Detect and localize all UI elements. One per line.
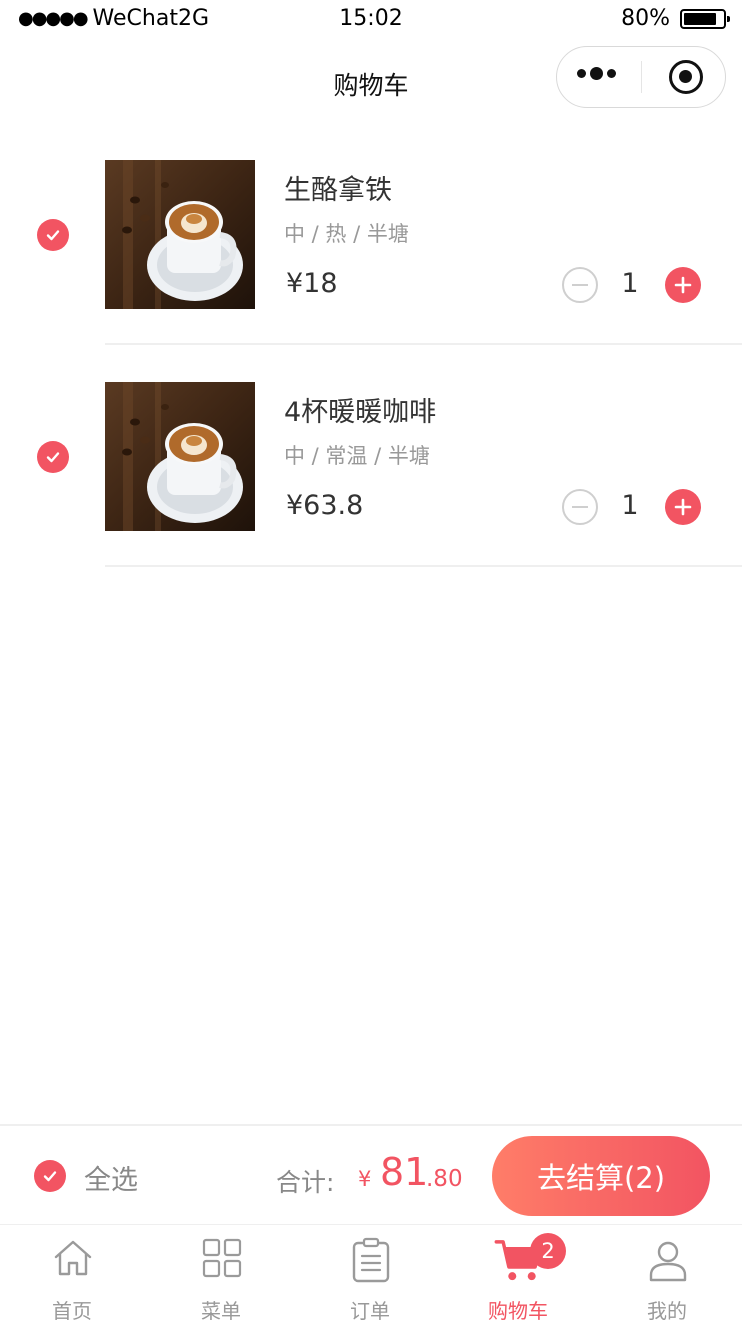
product-price: ¥63.8 xyxy=(286,490,364,521)
product-image[interactable] xyxy=(105,160,255,309)
product-name[interactable]: 4杯暖暖咖啡 xyxy=(284,390,436,429)
cart-item: 生酪拿铁 中 / 热 / 半塘 ¥18 1 xyxy=(0,122,742,345)
grid-icon xyxy=(202,1238,242,1278)
cart-list: 生酪拿铁 中 / 热 / 半塘 ¥18 1 4杯暖暖咖啡 中 / 常温 / 半塘… xyxy=(0,122,742,567)
tab-menu[interactable]: 菜单 xyxy=(161,1225,281,1323)
status-right: 80% xyxy=(621,6,730,31)
select-all-label[interactable]: 全选 xyxy=(84,1158,138,1197)
total-amount-decimal: .80 xyxy=(426,1166,463,1192)
quantity-value: 1 xyxy=(621,268,639,299)
checkout-bar: 全选 合计: ¥ 81 .80 去结算(2) xyxy=(0,1124,742,1226)
select-all-checkbox[interactable] xyxy=(34,1160,66,1192)
tab-label: 首页 xyxy=(52,1299,92,1323)
quantity-value: 1 xyxy=(621,490,639,521)
tab-label: 我的 xyxy=(647,1299,687,1323)
decrease-quantity-button[interactable] xyxy=(562,489,598,525)
checkout-button[interactable]: 去结算(2) xyxy=(492,1136,710,1216)
tab-label: 订单 xyxy=(350,1299,390,1323)
product-spec: 中 / 热 / 半塘 xyxy=(284,222,409,246)
check-icon xyxy=(46,230,60,241)
user-icon xyxy=(649,1241,687,1282)
home-icon xyxy=(54,1240,92,1276)
decrease-quantity-button[interactable] xyxy=(562,267,598,303)
increase-quantity-button[interactable] xyxy=(665,489,701,525)
item-divider xyxy=(105,565,742,567)
total-amount-integer: 81 xyxy=(380,1150,429,1194)
status-bar: ●●●●● WeChat2G 15:02 80% xyxy=(0,0,742,42)
battery-icon xyxy=(680,8,730,29)
tab-cart[interactable]: 2 购物车 xyxy=(458,1225,578,1323)
product-spec: 中 / 常温 / 半塘 xyxy=(284,444,430,468)
plus-icon xyxy=(674,276,692,294)
more-icon[interactable] xyxy=(577,67,616,80)
item-select-checkbox[interactable] xyxy=(37,441,69,473)
tab-bar: 首页 菜单 订单 2 购物车 我的 xyxy=(0,1224,742,1323)
plus-icon xyxy=(674,498,692,516)
product-price: ¥18 xyxy=(286,268,338,299)
battery-percent: 80% xyxy=(621,6,670,31)
product-name[interactable]: 生酪拿铁 xyxy=(284,168,392,207)
total-currency: ¥ xyxy=(358,1167,372,1191)
mini-program-capsule xyxy=(556,46,726,108)
increase-quantity-button[interactable] xyxy=(665,267,701,303)
coffee-cup-image xyxy=(105,160,255,309)
tab-orders[interactable]: 订单 xyxy=(310,1225,430,1323)
tab-label: 购物车 xyxy=(488,1299,548,1323)
cart-item: 4杯暖暖咖啡 中 / 常温 / 半塘 ¥63.8 1 xyxy=(0,344,742,567)
check-icon xyxy=(43,1171,57,1182)
close-mini-program-icon[interactable] xyxy=(669,60,703,94)
product-image[interactable] xyxy=(105,382,255,531)
total-label: 合计: xyxy=(276,1168,335,1197)
item-select-checkbox[interactable] xyxy=(37,219,69,251)
tab-profile[interactable]: 我的 xyxy=(607,1225,727,1323)
check-icon xyxy=(46,452,60,463)
tab-label: 菜单 xyxy=(201,1299,241,1323)
cart-count-badge: 2 xyxy=(530,1233,566,1269)
coffee-cup-image xyxy=(105,382,255,531)
clipboard-icon xyxy=(352,1237,390,1283)
tab-home[interactable]: 首页 xyxy=(12,1225,132,1323)
capsule-divider xyxy=(641,61,642,93)
